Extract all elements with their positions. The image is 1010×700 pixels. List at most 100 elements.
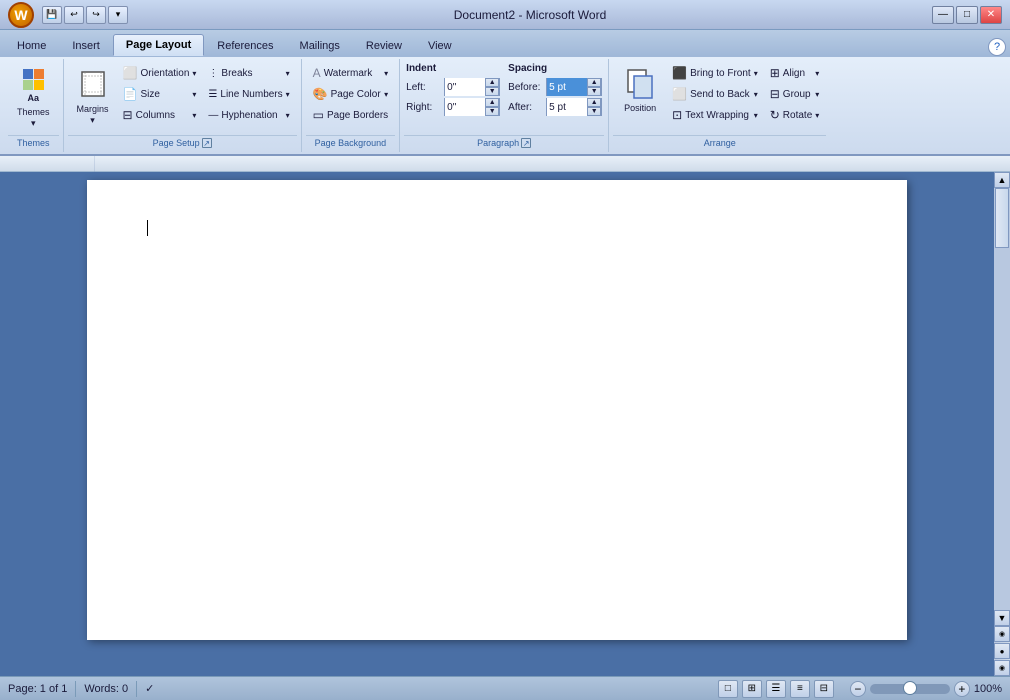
hyphenation-button[interactable]: — Hyphenation ▾	[203, 105, 294, 125]
size-button[interactable]: 📄 Size ▾	[118, 84, 202, 104]
spacing-after-up[interactable]: ▲	[587, 98, 601, 107]
rotate-icon: ↻	[770, 108, 780, 122]
spacing-before-down[interactable]: ▼	[587, 87, 601, 96]
redo-quick-btn[interactable]: ↪	[86, 6, 106, 24]
word-count-text: Words: 0	[84, 683, 128, 695]
size-icon: 📄	[123, 87, 138, 101]
indent-right-row: Right: 0" ▲ ▼	[406, 98, 500, 116]
indent-right-input[interactable]: 0"	[445, 98, 485, 116]
view-fullscreen-button[interactable]: ⊞	[742, 680, 762, 698]
office-logo: W	[14, 7, 27, 23]
view-draft-button[interactable]: ⊟	[814, 680, 834, 698]
tab-mailings[interactable]: Mailings	[287, 34, 353, 56]
title-bar: W 💾 ↩ ↪ ▾ Document2 - Microsoft Word — □…	[0, 0, 1010, 30]
scroll-track[interactable]	[994, 188, 1010, 610]
bring-to-front-arrow: ▾	[754, 69, 758, 78]
undo-quick-btn[interactable]: ↩	[64, 6, 84, 24]
page-bg-col: A Watermark ▾ 🎨 Page Color ▾ ▭ Page Bord…	[308, 63, 394, 125]
send-to-back-button[interactable]: ⬜ Send to Back ▾	[667, 84, 763, 104]
breaks-arrow: ▾	[286, 69, 290, 78]
minimize-button[interactable]: —	[932, 6, 954, 24]
watermark-arrow: ▾	[384, 69, 388, 78]
arrange-col1: ⬛ Bring to Front ▾ ⬜ Send to Back ▾ ⊡ Te…	[667, 63, 763, 125]
view-print-button[interactable]: □	[718, 680, 738, 698]
word-count: Words: 0	[84, 683, 128, 695]
view-outline-button[interactable]: ≡	[790, 680, 810, 698]
scroll-prev-page[interactable]: ◉	[994, 626, 1010, 642]
zoom-out-button[interactable]: −	[850, 681, 866, 697]
position-button[interactable]: Position	[615, 63, 665, 133]
themes-icon: Aa	[21, 67, 46, 105]
line-numbers-button[interactable]: ☰ Line Numbers ▾	[203, 84, 294, 104]
scroll-down-button[interactable]: ▼	[994, 610, 1010, 626]
tab-home[interactable]: Home	[4, 34, 59, 56]
spacing-before-label: Before:	[508, 82, 543, 93]
align-label: Align	[783, 68, 805, 79]
arrange-group-content: Position ⬛ Bring to Front ▾ ⬜ Send to Ba…	[613, 61, 826, 135]
tab-review[interactable]: Review	[353, 34, 415, 56]
help-button[interactable]: ?	[988, 38, 1006, 56]
send-to-back-icon: ⬜	[672, 87, 687, 101]
line-numbers-icon: ☰	[208, 89, 217, 100]
title-bar-left: W 💾 ↩ ↪ ▾	[8, 2, 128, 28]
bring-to-front-label: Bring to Front	[690, 68, 751, 79]
indent-left-up[interactable]: ▲	[485, 78, 499, 87]
spacing-after-down[interactable]: ▼	[587, 107, 601, 116]
spacing-after-row: After: 5 pt ▲ ▼	[508, 98, 602, 116]
title-text: Document2 - Microsoft Word	[128, 8, 932, 22]
text-wrapping-button[interactable]: ⊡ Text Wrapping ▾	[667, 105, 763, 125]
indent-left-down[interactable]: ▼	[485, 87, 499, 96]
breaks-button[interactable]: ⋮ Breaks ▾	[203, 63, 294, 83]
maximize-button[interactable]: □	[956, 6, 978, 24]
zoom-in-button[interactable]: +	[954, 681, 970, 697]
page-color-label: Page Color	[331, 89, 381, 100]
themes-button[interactable]: Aa Themes▾	[10, 63, 57, 133]
indent-right-up[interactable]: ▲	[485, 98, 499, 107]
indent-spacing-container: Indent Left: 0" ▲ ▼	[406, 63, 602, 116]
spacing-after-input[interactable]: 5 pt	[547, 98, 587, 116]
page-setup-col1: ⬜ Orientation ▾ 📄 Size ▾ ⊟ Columns ▾	[118, 63, 202, 125]
orientation-button[interactable]: ⬜ Orientation ▾	[118, 63, 202, 83]
scroll-select[interactable]: ●	[994, 643, 1010, 659]
save-quick-btn[interactable]: 💾	[42, 6, 62, 24]
tab-references[interactable]: References	[204, 34, 286, 56]
orientation-label: Orientation	[140, 68, 189, 79]
indent-left-input[interactable]: 0"	[445, 78, 485, 96]
document-scroll	[0, 172, 994, 676]
watermark-button[interactable]: A Watermark ▾	[308, 63, 394, 83]
office-button[interactable]: W	[8, 2, 34, 28]
orientation-icon: ⬜	[123, 66, 138, 80]
zoom-slider[interactable]	[870, 684, 950, 694]
spacing-before-input[interactable]: 5 pt	[547, 78, 587, 96]
view-web-button[interactable]: ☰	[766, 680, 786, 698]
bring-to-front-button[interactable]: ⬛ Bring to Front ▾	[667, 63, 763, 83]
zoom-thumb[interactable]	[903, 681, 917, 695]
vertical-scrollbar: ▲ ▼ ◉ ● ◉	[994, 172, 1010, 676]
indent-group: Indent Left: 0" ▲ ▼	[406, 63, 500, 116]
scroll-up-button[interactable]: ▲	[994, 172, 1010, 188]
line-numbers-arrow: ▾	[286, 90, 290, 99]
page-color-arrow: ▾	[384, 90, 388, 99]
group-button[interactable]: ⊟ Group ▾	[765, 84, 825, 104]
page-color-button[interactable]: 🎨 Page Color ▾	[308, 84, 394, 104]
line-numbers-label: Line Numbers	[220, 89, 282, 100]
page-borders-button[interactable]: ▭ Page Borders	[308, 105, 394, 125]
tab-view[interactable]: View	[415, 34, 465, 56]
indent-right-down[interactable]: ▼	[485, 107, 499, 116]
margins-button[interactable]: Margins▾	[70, 63, 116, 133]
paragraph-expand[interactable]: ↗	[521, 138, 531, 148]
page-setup-expand[interactable]: ↗	[202, 138, 212, 148]
align-button[interactable]: ⊞ Align ▾	[765, 63, 825, 83]
tab-insert[interactable]: Insert	[59, 34, 113, 56]
columns-button[interactable]: ⊟ Columns ▾	[118, 105, 202, 125]
tab-page-layout[interactable]: Page Layout	[113, 34, 204, 56]
customize-quick-btn[interactable]: ▾	[108, 6, 128, 24]
rotate-button[interactable]: ↻ Rotate ▾	[765, 105, 825, 125]
spacing-before-up[interactable]: ▲	[587, 78, 601, 87]
scroll-next-page[interactable]: ◉	[994, 660, 1010, 676]
close-button[interactable]: ✕	[980, 6, 1002, 24]
document-page[interactable]	[87, 180, 907, 640]
scroll-thumb[interactable]	[995, 188, 1009, 248]
zoom-percentage[interactable]: 100%	[974, 683, 1002, 695]
size-arrow: ▾	[192, 90, 196, 99]
